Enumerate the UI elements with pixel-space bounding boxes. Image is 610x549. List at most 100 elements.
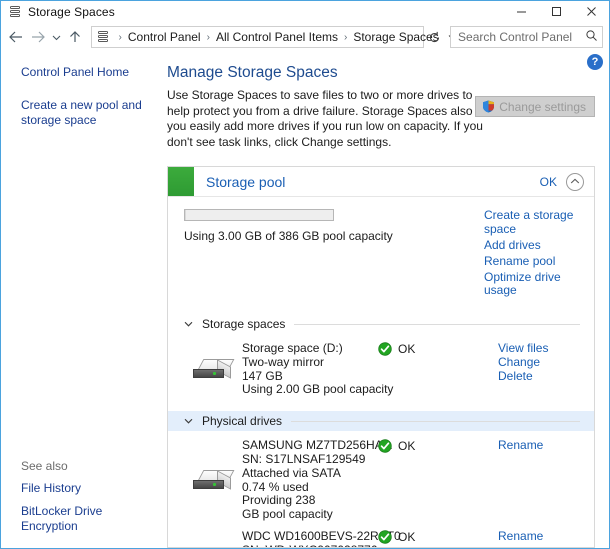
- page-title: Manage Storage Spaces: [167, 64, 338, 81]
- recent-locations-icon[interactable]: [49, 25, 64, 49]
- pool-color-swatch: [168, 167, 194, 196]
- physical-drive-attachment: Attached via SATA: [242, 465, 341, 480]
- physical-drive-serial: SN: WD-WXC907028776: [242, 543, 378, 547]
- storage-space-usage: Using 2.00 GB pool capacity: [242, 382, 394, 397]
- storage-space-actions: View files Change Delete: [498, 341, 580, 397]
- breadcrumb-separator: ›: [344, 31, 348, 43]
- storage-spaces-icon: [97, 30, 110, 44]
- chevron-up-icon[interactable]: [566, 172, 584, 191]
- link-rename[interactable]: Rename: [498, 438, 580, 453]
- divider: [291, 420, 580, 422]
- physical-drive-used: 0.74 % used: [242, 479, 309, 494]
- chevron-down-icon: [184, 319, 193, 329]
- physical-drive-actions: Rename: [498, 438, 580, 522]
- back-icon[interactable]: [5, 25, 27, 49]
- link-view-files[interactable]: View files: [498, 341, 580, 356]
- change-settings-button[interactable]: Change settings: [475, 96, 595, 117]
- breadcrumb[interactable]: › Control Panel › All Control Panel Item…: [90, 26, 457, 48]
- chevron-down-icon: [184, 416, 193, 426]
- search-input[interactable]: [458, 30, 586, 44]
- change-settings-label: Change settings: [499, 99, 586, 114]
- window-controls: [504, 1, 609, 22]
- drive-icon: [184, 530, 242, 547]
- storage-pool-header[interactable]: Storage pool OK: [168, 167, 594, 197]
- physical-drives-group-header[interactable]: Physical drives: [168, 411, 594, 432]
- storage-spaces-window: Storage Spaces › Control Panel › All Con…: [0, 0, 610, 549]
- physical-drive-details: WDC WD1600BEVS-22RST0 SN: WD-WXC90702877…: [242, 528, 401, 547]
- shield-icon: [482, 100, 495, 113]
- see-also-section: See also File History BitLocker Drive En…: [21, 459, 149, 548]
- search-icon: [585, 29, 598, 45]
- ok-check-icon: [378, 530, 392, 544]
- breadcrumb-item-all-items[interactable]: All Control Panel Items: [215, 30, 339, 44]
- refresh-icon[interactable]: [424, 26, 444, 48]
- status-badge: OK: [378, 439, 498, 522]
- breadcrumb-item-control-panel[interactable]: Control Panel: [127, 30, 202, 44]
- pool-capacity-fill: [185, 210, 187, 220]
- sidebar: Control Panel Home Create a new pool and…: [1, 52, 159, 548]
- see-also-label: See also: [21, 459, 68, 473]
- storage-space-size: 147 GB: [242, 368, 283, 383]
- intro-text: Use Storage Spaces to save files to two …: [167, 88, 495, 149]
- close-button[interactable]: [574, 1, 609, 22]
- physical-drive-status: OK: [398, 529, 416, 544]
- sidebar-item-control-panel-home[interactable]: Control Panel Home: [21, 65, 149, 80]
- storage-spaces-group-title: Storage spaces: [202, 317, 286, 331]
- physical-drive-providing: Providing 238 GB pool capacity: [242, 493, 333, 522]
- physical-drive-actions: Rename: [498, 529, 580, 547]
- pool-content: Using 3.00 GB of 386 GB pool capacity Cr…: [168, 197, 594, 547]
- storage-space-resiliency: Two-way mirror: [242, 354, 325, 369]
- pool-task-links: Create a storage space Add drives Rename…: [484, 208, 584, 300]
- up-icon[interactable]: [64, 25, 86, 49]
- physical-drive-name: WDC WD1600BEVS-22RST0: [242, 528, 401, 543]
- storage-space-details: Storage space (D:) Two-way mirror 147 GB…: [242, 341, 394, 397]
- physical-drive-row[interactable]: SAMSUNG MZ7TD256HA... SN: S17LNSAF129549…: [168, 431, 594, 522]
- search-box[interactable]: [450, 26, 604, 48]
- physical-drive-details: SAMSUNG MZ7TD256HA... SN: S17LNSAF129549…: [242, 438, 393, 522]
- physical-drives-group-title: Physical drives: [202, 414, 283, 429]
- pool-capacity-bar: [184, 209, 334, 221]
- pool-capacity-block: Using 3.00 GB of 386 GB pool capacity: [184, 209, 484, 300]
- window-title: Storage Spaces: [28, 4, 115, 19]
- breadcrumb-separator: ›: [118, 31, 122, 43]
- storage-space-name: Storage space (D:): [242, 341, 343, 355]
- physical-drive-status: OK: [398, 439, 416, 454]
- divider: [294, 323, 580, 325]
- maximize-button[interactable]: [539, 1, 574, 22]
- storage-spaces-icon: [8, 5, 22, 19]
- storage-spaces-group-header[interactable]: Storage spaces: [168, 314, 594, 334]
- ok-check-icon: [378, 439, 392, 453]
- see-also-bitlocker[interactable]: BitLocker Drive Encryption: [21, 504, 149, 534]
- pool-status: OK: [539, 174, 557, 189]
- storage-space-row[interactable]: Storage space (D:) Two-way mirror 147 GB…: [168, 334, 594, 397]
- drive-icon: [184, 439, 242, 522]
- link-change[interactable]: Change: [498, 355, 580, 370]
- storage-space-status: OK: [398, 342, 416, 356]
- ok-check-icon: [378, 342, 392, 356]
- link-create-storage-space[interactable]: Create a storage space: [484, 208, 584, 236]
- pool-name: Storage pool: [206, 173, 286, 190]
- physical-drive-name: SAMSUNG MZ7TD256HA...: [242, 438, 393, 453]
- link-add-drives[interactable]: Add drives: [484, 238, 584, 253]
- title-bar: Storage Spaces: [1, 1, 609, 22]
- physical-drive-serial: SN: S17LNSAF129549: [242, 451, 366, 466]
- sidebar-item-create-pool[interactable]: Create a new pool and storage space: [21, 98, 149, 128]
- help-icon[interactable]: ?: [587, 54, 603, 70]
- content-pane: ? Manage Storage Spaces Use Storage Spac…: [159, 52, 609, 548]
- physical-drive-row[interactable]: WDC WD1600BEVS-22RST0 SN: WD-WXC90702877…: [168, 522, 594, 547]
- link-delete[interactable]: Delete: [498, 369, 580, 384]
- link-rename-pool[interactable]: Rename pool: [484, 254, 584, 269]
- pool-capacity-row: Using 3.00 GB of 386 GB pool capacity Cr…: [168, 197, 594, 300]
- status-badge: OK: [378, 530, 498, 547]
- minimize-button[interactable]: [504, 1, 539, 22]
- window-body: Control Panel Home Create a new pool and…: [1, 52, 609, 548]
- pool-capacity-text: Using 3.00 GB of 386 GB pool capacity: [184, 229, 393, 243]
- see-also-file-history[interactable]: File History: [21, 481, 149, 496]
- status-badge: OK: [378, 342, 498, 397]
- link-optimize-drive-usage[interactable]: Optimize drive usage: [484, 270, 584, 298]
- breadcrumb-separator: ›: [206, 31, 210, 43]
- link-rename[interactable]: Rename: [498, 529, 580, 544]
- forward-icon[interactable]: [27, 25, 49, 49]
- storage-pool-card: Storage pool OK Using 3.00 GB of 386 GB …: [167, 166, 595, 548]
- drive-icon: [184, 342, 242, 397]
